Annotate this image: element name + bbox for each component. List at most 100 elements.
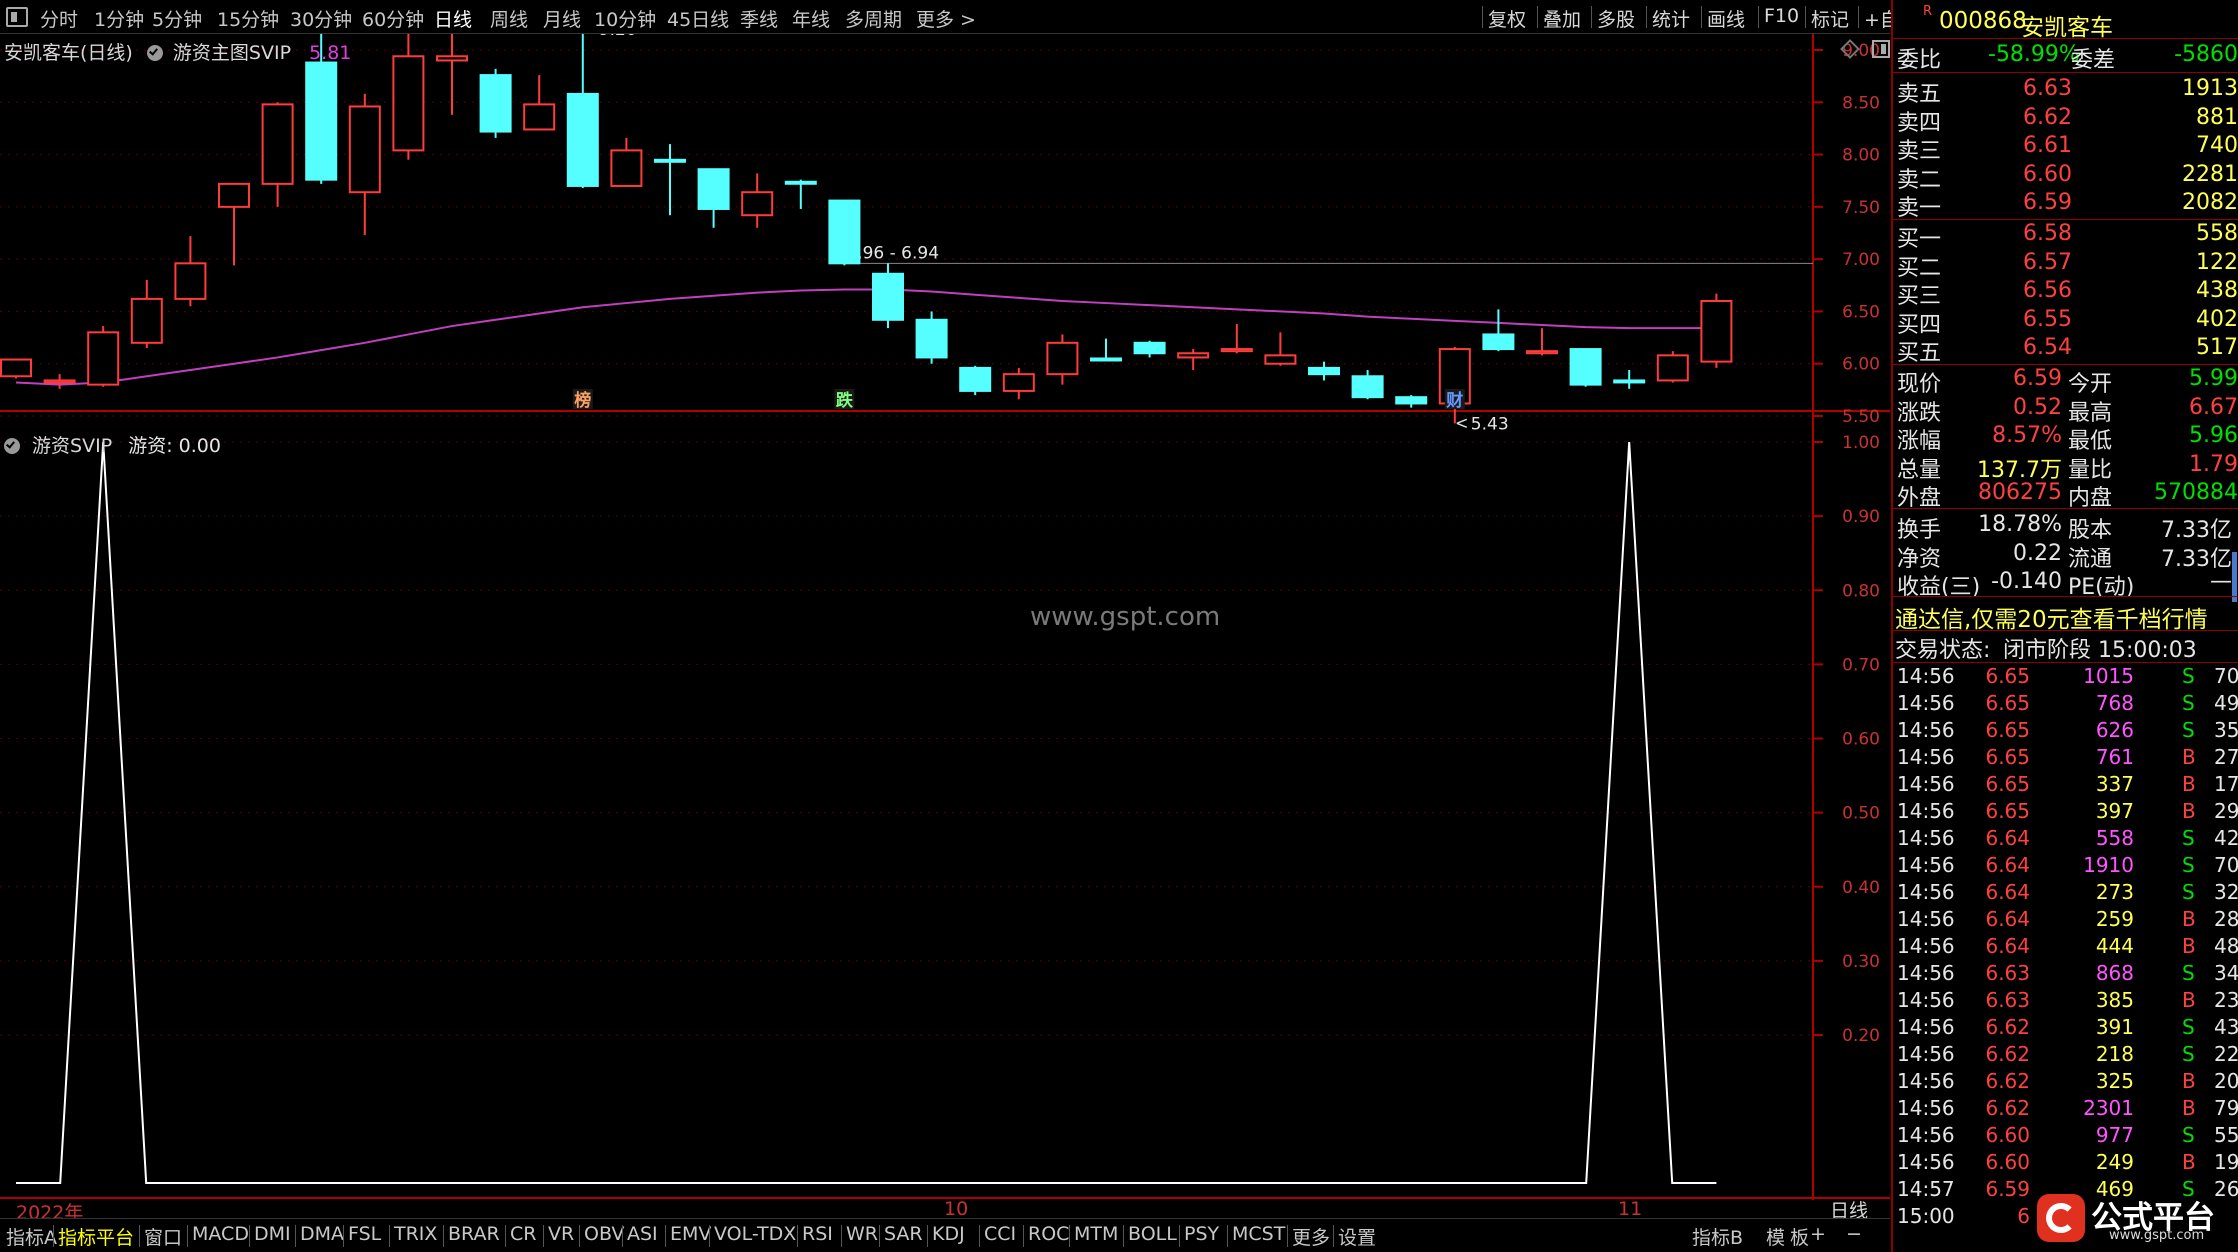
indicator-tab-16[interactable]: WR (846, 1223, 878, 1245)
indicator-tab-21[interactable]: MTM (1074, 1223, 1118, 1245)
candle-body[interactable] (1395, 396, 1428, 405)
period-tab-7[interactable]: 周线 (490, 5, 528, 32)
event-marker[interactable]: 跌 (836, 391, 854, 411)
indicator-tab-22[interactable]: BOLL (1128, 1223, 1177, 1245)
candle-body[interactable] (1613, 379, 1646, 384)
scrollbar-handle[interactable] (2232, 552, 2237, 602)
period-tab-0[interactable]: 分时 (40, 5, 78, 32)
indicator-tab-23[interactable]: PSY (1184, 1223, 1219, 1245)
candle-body[interactable] (348, 105, 381, 194)
bid-row[interactable]: 买二 6.57 122 (1893, 250, 2238, 281)
bid-row[interactable]: 买四 6.55 402 (1893, 307, 2238, 338)
bottom-right-btn-3[interactable]: + (1810, 1223, 1826, 1245)
bottom-right-btn-0[interactable]: 指标B (1692, 1223, 1743, 1250)
indicator-tab-25[interactable]: 更多 (1292, 1223, 1330, 1250)
candle-body[interactable] (479, 74, 512, 133)
period-tab-6[interactable]: 日线 (434, 5, 472, 32)
candle-body[interactable] (218, 182, 250, 208)
candle-body[interactable] (436, 55, 468, 62)
indicator-tab-8[interactable]: BRAR (448, 1223, 500, 1245)
ask-row[interactable]: 卖一 6.59 2082 (1893, 190, 2238, 221)
tool-6[interactable]: 标记 (1811, 5, 1849, 32)
indicator-tab-14[interactable]: VOL-TDX (714, 1223, 796, 1245)
candle-body[interactable] (1264, 354, 1297, 365)
indicator-tab-13[interactable]: EMV (670, 1223, 711, 1245)
candle-body[interactable] (174, 262, 207, 300)
candle-body[interactable] (566, 92, 599, 187)
candle-body[interactable] (87, 331, 120, 386)
indicator-tab-11[interactable]: OBV (584, 1223, 624, 1245)
candle-body[interactable] (1482, 333, 1515, 351)
candle-body[interactable] (261, 103, 294, 185)
indicator-tab-6[interactable]: FSL (348, 1223, 381, 1245)
candle-body[interactable] (1220, 348, 1253, 353)
candle-body[interactable] (523, 103, 556, 131)
candle-body[interactable] (392, 55, 425, 152)
ask-row[interactable]: 卖四 6.62 881 (1893, 105, 2238, 136)
bid-row[interactable]: 买一 6.58 558 (1893, 221, 2238, 252)
period-tab-11[interactable]: 季线 (740, 5, 778, 32)
candle-body[interactable] (1656, 354, 1689, 382)
tool-2[interactable]: 多股 (1597, 5, 1635, 32)
indicator-tab-18[interactable]: KDJ (932, 1223, 965, 1245)
bottom-right-btn-1[interactable]: 模 (1766, 1223, 1785, 1250)
candle-body[interactable] (654, 158, 686, 163)
indicator-tab-24[interactable]: MCST (1232, 1223, 1285, 1245)
candle-body[interactable] (828, 199, 861, 265)
candle-body[interactable] (1526, 350, 1558, 355)
ask-row[interactable]: 卖五 6.63 1913 (1893, 76, 2238, 107)
tool-0[interactable]: 复权 (1488, 5, 1526, 32)
period-tab-1[interactable]: 1分钟 (94, 5, 144, 32)
candle-body[interactable] (784, 180, 817, 185)
indicator-tab-20[interactable]: ROC (1028, 1223, 1069, 1245)
period-tab-5[interactable]: 60分钟 (362, 5, 424, 32)
candle-body[interactable] (1569, 348, 1602, 386)
kline-chart[interactable]: 9.008.508.007.507.006.506.005.506.96 - 6… (0, 34, 1890, 1200)
period-tab-12[interactable]: 年线 (792, 5, 830, 32)
tool-5[interactable]: F10 (1764, 5, 1799, 27)
indicator-tab-4[interactable]: DMI (254, 1223, 291, 1245)
indicator-name[interactable]: 游资主图SVIP (173, 42, 291, 64)
bid-row[interactable]: 买五 6.54 517 (1893, 335, 2238, 366)
indicator-tab-9[interactable]: CR (510, 1223, 536, 1245)
candle-body[interactable] (1002, 373, 1035, 392)
indicator-tab-1[interactable]: 指标平台 (58, 1223, 134, 1250)
indicator-tab-15[interactable]: RSI (802, 1223, 833, 1245)
event-marker[interactable]: 榜 (574, 390, 591, 411)
indicator-tab-26[interactable]: 设置 (1338, 1223, 1376, 1250)
indicator-tab-5[interactable]: DMA (300, 1223, 344, 1245)
candle-body[interactable] (915, 318, 948, 359)
candle-body[interactable] (1133, 341, 1166, 355)
sub-indicator-toggle-icon[interactable] (4, 438, 20, 454)
bid-row[interactable]: 买三 6.56 438 (1893, 278, 2238, 309)
candle-body[interactable] (1090, 357, 1122, 362)
ask-row[interactable]: 卖二 6.60 2281 (1893, 162, 2238, 193)
indicator-tab-19[interactable]: CCI (984, 1223, 1016, 1245)
period-tab-4[interactable]: 30分钟 (290, 5, 352, 32)
period-tab-13[interactable]: 多周期 (845, 5, 902, 32)
period-tab-2[interactable]: 5分钟 (152, 5, 202, 32)
ask-row[interactable]: 卖三 6.61 740 (1893, 133, 2238, 164)
tool-3[interactable]: 统计 (1652, 5, 1690, 32)
period-tab-3[interactable]: 15分钟 (217, 5, 279, 32)
candle-body[interactable] (1177, 352, 1210, 359)
candle-body[interactable] (1700, 299, 1733, 363)
period-tab-10[interactable]: 45日线 (667, 5, 729, 32)
period-tab-9[interactable]: 10分钟 (594, 5, 656, 32)
candle-body[interactable] (1308, 366, 1340, 376)
candle-body[interactable] (43, 379, 76, 384)
period-tab-8[interactable]: 月线 (543, 5, 581, 32)
candle-body[interactable] (697, 168, 730, 210)
candle-body[interactable] (1046, 341, 1079, 376)
candle-body[interactable] (130, 297, 163, 344)
indicator-tab-10[interactable]: VR (548, 1223, 574, 1245)
tool-1[interactable]: 叠加 (1543, 5, 1581, 32)
bottom-right-btn-2[interactable]: 板 (1790, 1223, 1809, 1250)
window-menu-icon[interactable] (6, 7, 28, 27)
candle-body[interactable] (610, 149, 643, 187)
indicator-tab-12[interactable]: ASI (627, 1223, 658, 1245)
candle-body[interactable] (872, 272, 904, 321)
event-marker[interactable]: 财 (1445, 390, 1463, 411)
indicator-tab-2[interactable]: 窗口 (144, 1223, 182, 1250)
candle-body[interactable] (305, 61, 338, 181)
